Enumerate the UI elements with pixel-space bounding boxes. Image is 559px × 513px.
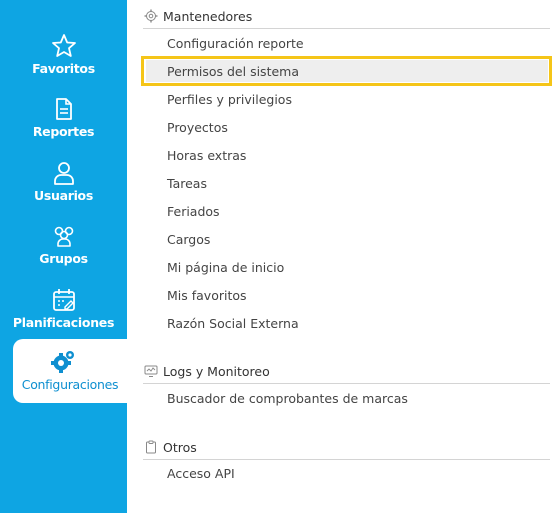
menu-item-perfiles-y-privilegios[interactable]: Perfiles y privilegios: [167, 92, 292, 107]
section-title: Mantenedores: [163, 9, 253, 24]
sidebar: Favoritos Reportes Usuarios Grupos Plani…: [0, 0, 127, 513]
menu-item-configuracion-reporte[interactable]: Configuración reporte: [167, 36, 304, 51]
section-mantenedores: Mantenedores: [143, 6, 550, 29]
section-otros: Otros: [143, 437, 550, 460]
group-icon: [54, 226, 73, 247]
menu-item-acceso-api[interactable]: Acceso API: [167, 466, 235, 481]
sidebar-item-label: Reportes: [32, 124, 95, 139]
sidebar-item-grupos[interactable]: Grupos: [0, 223, 127, 283]
menu-item-permisos-del-sistema[interactable]: Permisos del sistema: [167, 64, 299, 79]
monitor-icon: [144, 365, 158, 377]
sidebar-item-label: Favoritos: [32, 61, 95, 76]
document-icon: [55, 98, 72, 120]
menu-item-feriados[interactable]: Feriados: [167, 204, 220, 219]
star-icon: [51, 34, 76, 57]
sidebar-item-usuarios[interactable]: Usuarios: [0, 160, 127, 220]
menu-item-mis-favoritos[interactable]: Mis favoritos: [167, 288, 247, 303]
menu-item-proyectos[interactable]: Proyectos: [167, 120, 228, 135]
section-title: Otros: [163, 440, 197, 455]
section-title: Logs y Monitoreo: [163, 364, 270, 379]
sidebar-item-configuraciones[interactable]: Configuraciones: [13, 339, 127, 403]
menu-item-cargos[interactable]: Cargos: [167, 232, 210, 247]
menu-item-horas-extras[interactable]: Horas extras: [167, 148, 246, 163]
menu-item-razon-social-externa[interactable]: Razón Social Externa: [167, 316, 299, 331]
user-icon: [53, 162, 74, 185]
menu-item-tareas[interactable]: Tareas: [167, 176, 207, 191]
calendar-icon: [52, 289, 75, 311]
gear-icon: [51, 351, 74, 373]
clipboard-icon: [146, 440, 156, 454]
sidebar-item-planificaciones[interactable]: Planificaciones: [0, 287, 127, 347]
sidebar-item-label: Usuarios: [33, 188, 93, 203]
sidebar-item-label: Planificaciones: [12, 315, 115, 330]
main-content: Mantenedores Configuración reporte Permi…: [127, 0, 559, 513]
section-logs-y-monitoreo: Logs y Monitoreo: [143, 361, 550, 384]
gear-icon: [144, 9, 158, 23]
sidebar-item-label: Configuraciones: [21, 377, 119, 392]
sidebar-item-favoritos[interactable]: Favoritos: [0, 33, 127, 93]
menu-item-mi-pagina-de-inicio[interactable]: Mi página de inicio: [167, 260, 284, 275]
menu-item-buscador-de-comprobantes[interactable]: Buscador de comprobantes de marcas: [167, 391, 408, 406]
sidebar-item-label: Grupos: [39, 251, 88, 266]
sidebar-item-reportes[interactable]: Reportes: [0, 96, 127, 156]
